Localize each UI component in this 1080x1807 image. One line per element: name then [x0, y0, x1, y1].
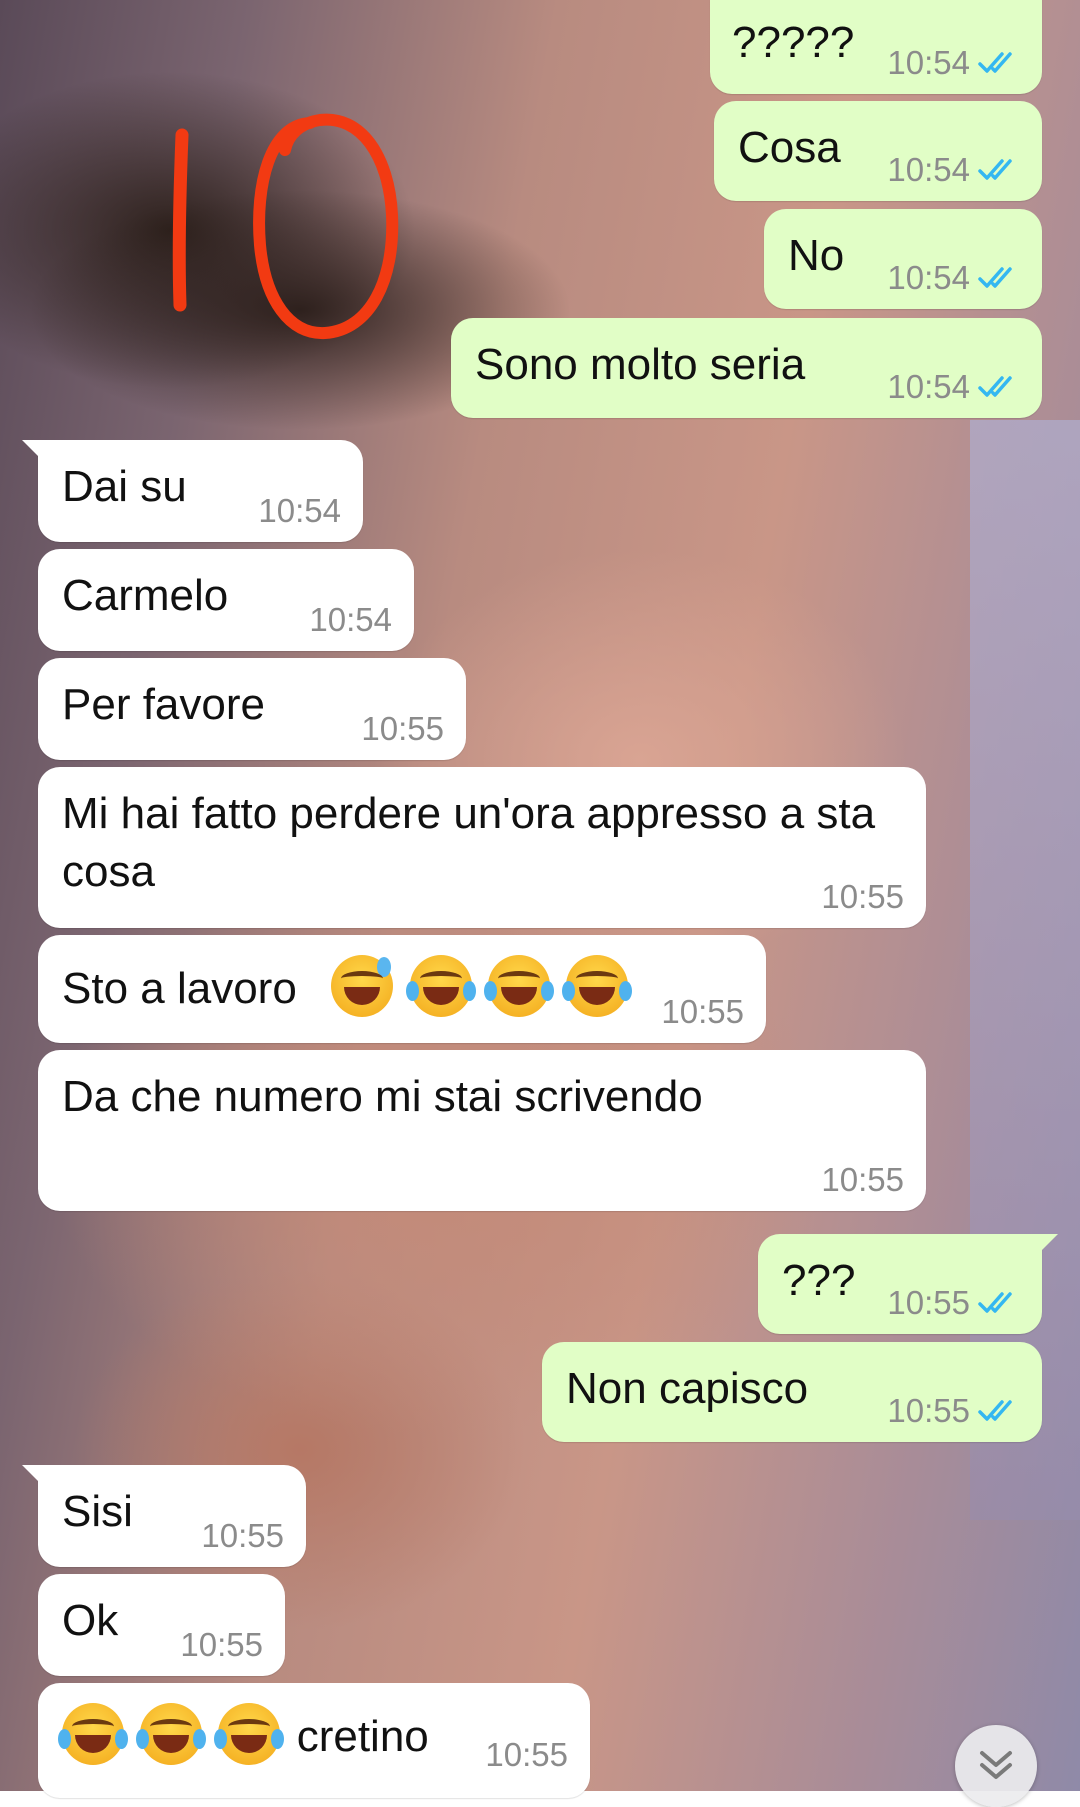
message-bubble-incoming[interactable]: Carmelo 10:54 [38, 549, 414, 651]
message-meta: 10:54 [887, 368, 1020, 406]
sweat-smile-emoji [331, 955, 394, 1017]
message-bubble-incoming[interactable]: Da che numero mi stai scrivendo 10:55 [38, 1050, 926, 1211]
message-meta: 10:55 [180, 1626, 263, 1664]
message-text: Cosa [738, 123, 841, 172]
message-text: ??? [782, 1256, 856, 1305]
message-bubble-outgoing[interactable]: ??? 10:55 [758, 1234, 1058, 1334]
message-text: No [788, 231, 845, 280]
message-time: 10:55 [361, 710, 444, 747]
read-receipt-icon [978, 159, 1012, 180]
tears-of-joy-emoji [136, 1703, 207, 1765]
message-meta: 10:55 [887, 1392, 1020, 1430]
message-meta: 10:55 [201, 1517, 284, 1555]
message-bubble-outgoing[interactable]: Sono molto seria 10:54 [451, 318, 1042, 418]
message-bubble-incoming[interactable]: Per favore 10:55 [38, 658, 466, 760]
message-bubble-incoming[interactable]: Sto a lavoro 10:55 [38, 935, 766, 1043]
message-meta: 10:55 [821, 878, 904, 916]
message-text: Carmelo [62, 571, 229, 620]
message-bubble-outgoing[interactable]: Cosa 10:54 [714, 101, 1042, 201]
read-receipt-icon [978, 376, 1012, 397]
message-meta: 10:54 [887, 151, 1020, 189]
message-text: Sisi [62, 1487, 133, 1536]
tears-of-joy-emoji [58, 1703, 128, 1765]
message-bubble-incoming[interactable]: cretino 10:55 [38, 1683, 590, 1798]
message-time: 10:55 [485, 1736, 568, 1773]
read-receipt-icon [978, 267, 1012, 288]
message-text: Per favore [62, 680, 265, 729]
message-content: cretino [58, 1703, 429, 1766]
message-time: 10:54 [258, 492, 341, 529]
message-meta: 10:55 [361, 710, 444, 748]
message-time: 10:54 [309, 601, 392, 638]
message-content: Sto a lavoro [62, 955, 632, 1018]
message-time: 10:55 [201, 1517, 284, 1554]
message-meta: 10:54 [887, 44, 1020, 82]
message-bubble-outgoing[interactable]: ????? 10:54 [710, 0, 1042, 94]
message-bubble-incoming[interactable]: Sisi 10:55 [22, 1465, 306, 1567]
chevron-double-down-icon [980, 1751, 1012, 1779]
message-time: 10:54 [887, 259, 970, 296]
message-time: 10:55 [180, 1626, 263, 1663]
message-time: 10:54 [887, 44, 970, 81]
message-time: 10:54 [887, 151, 970, 188]
message-bubble-outgoing[interactable]: No 10:54 [764, 209, 1042, 309]
tears-of-joy-emoji [483, 955, 554, 1017]
message-text: Non capisco [566, 1364, 809, 1413]
message-text: cretino [296, 1712, 429, 1761]
red-10-scribble [172, 113, 399, 340]
tears-of-joy-emoji [214, 1703, 285, 1765]
scroll-to-bottom-button[interactable] [955, 1725, 1037, 1807]
message-meta: 10:55 [887, 1284, 1020, 1322]
message-meta: 10:55 [821, 1161, 904, 1199]
message-time: 10:55 [661, 993, 744, 1030]
message-bubble-incoming[interactable]: Dai su 10:54 [22, 440, 363, 542]
message-time: 10:54 [887, 368, 970, 405]
message-meta: 10:54 [309, 601, 392, 639]
read-receipt-icon [978, 1292, 1012, 1313]
message-meta: 10:54 [258, 492, 341, 530]
message-time: 10:55 [887, 1284, 970, 1321]
tears-of-joy-emoji [561, 955, 632, 1017]
message-time: 10:55 [821, 1161, 904, 1198]
message-bubble-incoming[interactable]: Ok 10:55 [38, 1574, 285, 1676]
message-meta: 10:55 [661, 993, 744, 1031]
message-text: Sto a lavoro [62, 964, 297, 1013]
tears-of-joy-emoji [405, 955, 476, 1017]
message-text: ????? [732, 18, 855, 67]
message-text: Sono molto seria [475, 340, 806, 389]
message-meta: 10:54 [887, 259, 1020, 297]
message-text: Mi hai fatto perdere un'ora appresso a s… [62, 789, 876, 896]
message-time: 10:55 [887, 1392, 970, 1429]
read-receipt-icon [978, 1400, 1012, 1421]
read-receipt-icon [978, 52, 1012, 73]
message-text: Ok [62, 1596, 119, 1645]
message-bubble-outgoing[interactable]: Non capisco 10:55 [542, 1342, 1042, 1442]
message-text: Da che numero mi stai scrivendo [62, 1072, 703, 1121]
message-bubble-incoming[interactable]: Mi hai fatto perdere un'ora appresso a s… [38, 767, 926, 928]
message-text: Dai su [62, 462, 187, 511]
message-time: 10:55 [821, 878, 904, 915]
message-meta: 10:55 [485, 1736, 568, 1774]
